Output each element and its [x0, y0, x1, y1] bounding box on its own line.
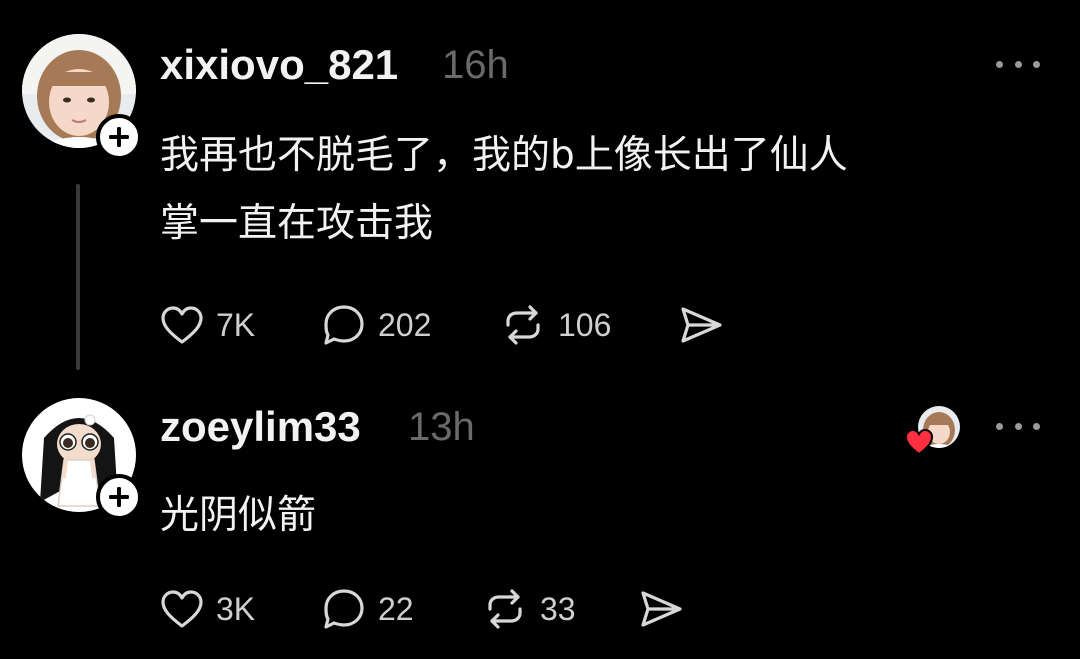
send-icon — [641, 591, 682, 627]
post-text: 光阴似箭 — [160, 482, 1040, 550]
post-text: 我再也不脱毛了，我的b上像长出了仙人 掌一直在攻击我 — [160, 122, 1040, 258]
repost-icon — [488, 589, 522, 629]
more-options-button[interactable] — [996, 416, 1040, 436]
comment-icon — [324, 305, 364, 345]
post-text-line: 掌一直在攻击我 — [160, 201, 434, 246]
reply-count: 202 — [378, 306, 432, 343]
timestamp: 13h — [408, 405, 475, 449]
post-text-line: 我再也不脱毛了，我的b上像长出了仙人 — [160, 133, 848, 178]
like-count: 3K — [216, 590, 256, 627]
more-options-button[interactable] — [996, 54, 1040, 74]
comment-icon — [324, 589, 364, 629]
repost-button[interactable]: 33 — [482, 584, 576, 634]
share-button[interactable] — [678, 300, 724, 350]
post-text-line: 光阴似箭 — [160, 493, 317, 538]
more-dot-icon — [1014, 60, 1022, 68]
more-dot-icon — [1033, 422, 1040, 430]
heart-icon — [161, 590, 203, 628]
more-dot-icon — [996, 422, 1003, 430]
reply-button[interactable]: 22 — [322, 584, 414, 634]
reply-count: 22 — [378, 590, 414, 627]
username[interactable]: zoeylim33 — [160, 402, 361, 452]
heart-icon — [161, 306, 203, 344]
more-dot-icon — [1014, 422, 1022, 430]
repost-count: 33 — [540, 590, 576, 627]
plus-icon — [109, 127, 129, 147]
share-button[interactable] — [638, 584, 684, 634]
follow-button[interactable] — [96, 474, 142, 520]
liked-by-author-indicator — [904, 404, 964, 456]
heart-filled-icon — [904, 428, 934, 456]
send-icon — [681, 307, 722, 343]
reply-button[interactable]: 202 — [322, 300, 431, 350]
plus-icon — [109, 487, 129, 507]
thread-line — [76, 184, 80, 370]
more-dot-icon — [1033, 60, 1040, 68]
follow-button[interactable] — [96, 114, 142, 160]
username[interactable]: xixiovo_821 — [160, 40, 398, 90]
repost-icon — [506, 305, 540, 345]
repost-button[interactable]: 106 — [500, 300, 611, 350]
like-button[interactable]: 7K — [160, 300, 255, 350]
repost-count: 106 — [558, 306, 612, 343]
like-button[interactable]: 3K — [160, 584, 255, 634]
more-dot-icon — [996, 60, 1003, 68]
timestamp: 16h — [442, 43, 509, 87]
like-count: 7K — [216, 306, 256, 343]
